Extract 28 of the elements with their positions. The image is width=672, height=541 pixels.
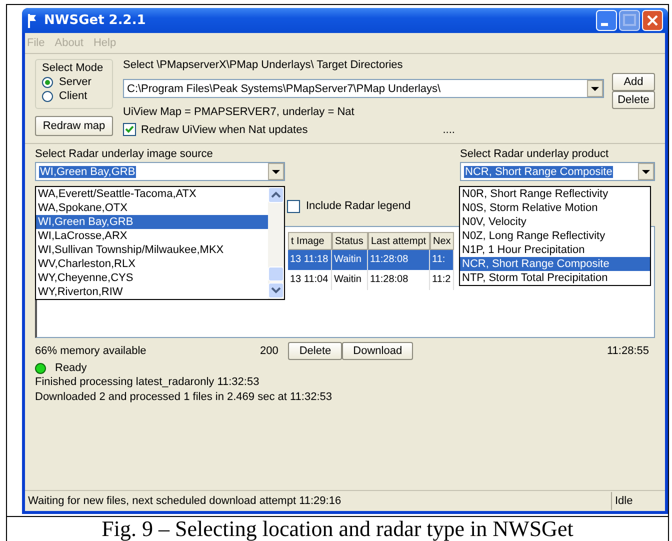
status-message: Waiting for new files, next scheduled download attempt 11:29:16 [27,495,342,507]
table-cell: 11:28:08 [368,270,430,290]
status-state: Idle [611,492,665,510]
radio-label: Server [59,76,92,88]
window-title: NWSGet 2.2.1 [44,13,146,28]
map-info: UiView Map = PMAPSERVER7, underlay = Nat [123,106,356,118]
table-cell: 11:28:08 [368,250,430,270]
table-cell: Waitin [332,270,368,290]
field-label: Select \PMapserverX\PMap Underlays\ Target Directories [123,59,404,71]
table-cell: 13 11:04 [288,270,332,290]
memory-text: 66% memory available [35,345,148,357]
table-cell: 13 11:18 [288,250,332,270]
table-cell: 11: [430,250,454,270]
group-title: Select Mode [42,62,104,74]
progress-dots: .... [442,124,455,136]
clock-text: 11:28:55 [606,345,649,357]
table-cell: 11:2 [430,270,454,290]
figure-caption: Fig. 9 – Selecting location and radar type in NWSGet [7,516,668,541]
checkbox-label: Include Radar legend [306,200,411,212]
table-cell: Waitin [332,250,368,270]
log-line: Downloaded 2 and processed 1 files in 2.469 sec at 11:32:53 [35,390,333,405]
status-text: Ready [55,362,87,374]
count-text: 200 [260,345,278,357]
field-label: Select Radar underlay image source [35,148,214,160]
log-line: Finished processing latest_radaronly 11:32:53 [35,375,260,390]
radio-label: Client [59,90,88,102]
checkbox-label: Redraw UiView when Nat updates [141,124,308,136]
field-label: Select Radar underlay product [460,148,610,160]
